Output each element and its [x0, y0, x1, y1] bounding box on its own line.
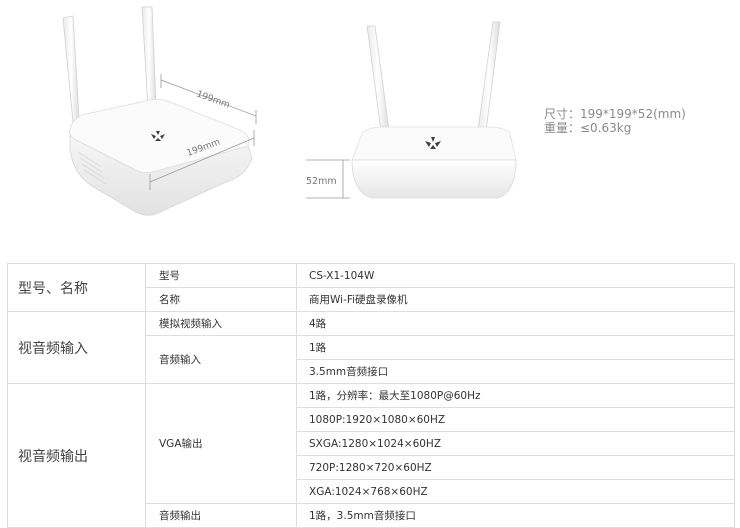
- antenna-right-front: [477, 21, 501, 132]
- audio-input-interface-value: 3.5mm音频接口: [296, 359, 735, 384]
- model-label: 型号: [145, 263, 297, 288]
- vga-output-value: 1080P:1920×1080×60HZ: [296, 407, 735, 432]
- name-value: 商用Wi-Fi硬盘录像机: [296, 287, 735, 312]
- table-row: 视音频输入 模拟视频输入 4路: [7, 311, 735, 384]
- width-dimension-label: 199mm: [195, 89, 231, 110]
- table-row: 型号、名称 型号 CS-X1-104W: [7, 263, 735, 312]
- vga-output-value: XGA:1024×768×60HZ: [296, 479, 735, 504]
- antenna-right: [141, 6, 157, 109]
- vga-output-value: 1路，分辨率：最大至1080P@60Hz: [296, 383, 735, 408]
- model-group-label: 型号、名称: [7, 263, 146, 312]
- antenna-left-front: [366, 25, 390, 132]
- model-value: CS-X1-104W: [296, 263, 735, 288]
- analog-video-input-label: 模拟视频输入: [145, 311, 297, 336]
- weight-spec: 重量：≤0.63kg: [544, 121, 632, 135]
- size-spec: 尺寸：199*199*52(mm): [544, 107, 686, 121]
- audio-output-label: 音频输出: [145, 503, 297, 528]
- audio-output-value: 1路，3.5mm音频接口: [296, 503, 735, 528]
- table-row: 视音频输出 VGA输出 1路，分辨率：最大至1080P@60Hz: [7, 383, 735, 528]
- vga-output-value: SXGA:1280×1024×60HZ: [296, 431, 735, 456]
- spec-table: 型号、名称 型号 CS-X1-104W 名称 商用Wi-Fi硬盘录像机 视音频输…: [7, 263, 735, 528]
- audio-input-value: 1路: [296, 335, 735, 360]
- size-weight-specs: 尺寸：199*199*52(mm) 重量：≤0.63kg: [544, 107, 686, 135]
- analog-video-input-value: 4路: [296, 311, 735, 336]
- vga-output-value: 720P:1280×720×60HZ: [296, 455, 735, 480]
- height-dimension-label: 52mm: [306, 176, 337, 187]
- router-perspective-view: 199mm 199mm: [62, 6, 257, 216]
- av-input-group-label: 视音频输入: [7, 311, 146, 384]
- router-front-view: 52mm: [306, 21, 517, 199]
- av-output-group-label: 视音频输出: [7, 383, 146, 528]
- audio-input-label: 音频输入: [145, 335, 297, 384]
- antenna-left: [62, 15, 80, 123]
- vga-output-label: VGA输出: [145, 383, 297, 504]
- name-label: 名称: [145, 287, 297, 312]
